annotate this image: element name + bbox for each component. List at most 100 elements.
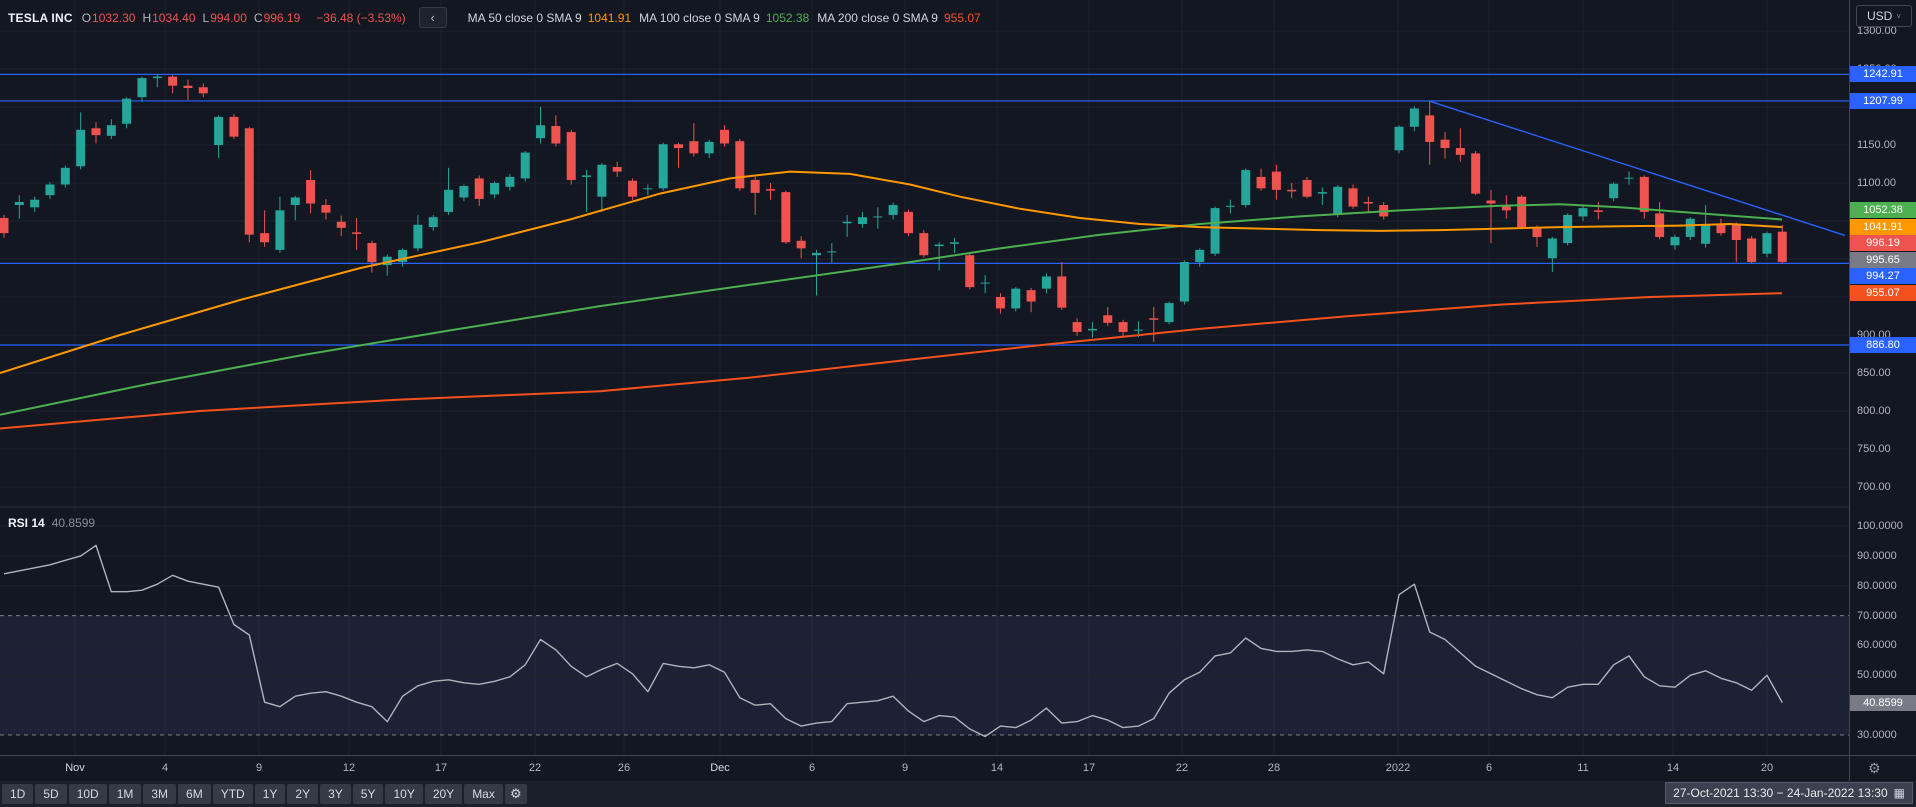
candle-body	[1640, 177, 1649, 212]
candle-body	[705, 142, 714, 153]
candle-body	[1686, 219, 1695, 237]
candle-body	[505, 177, 514, 187]
range-button-6m[interactable]: 6M	[178, 784, 211, 804]
candle-body	[1732, 225, 1741, 240]
candle-body	[766, 189, 775, 191]
range-button-1m[interactable]: 1M	[109, 784, 142, 804]
range-button-ytd[interactable]: YTD	[213, 784, 253, 804]
candle-body	[1165, 303, 1174, 322]
candle-body	[1609, 184, 1618, 198]
candle-body	[1027, 290, 1036, 301]
time-tick: 26	[602, 762, 646, 774]
candle-body	[168, 77, 177, 86]
price-tick: 700.00	[1857, 481, 1891, 493]
candle-body	[536, 125, 545, 138]
candle-body	[858, 217, 867, 224]
candle-body	[260, 233, 269, 242]
chart-settings-gear-icon[interactable]: ⚙	[505, 784, 527, 804]
candle-body	[306, 180, 315, 204]
ma-legend-item[interactable]: MA 200 close 0 SMA 9955.07	[817, 11, 980, 25]
time-tick: 9	[237, 762, 281, 774]
rsi-value-label: 40.8599	[1850, 695, 1916, 711]
symbol-legend: TESLA INC O1032.30H1034.40L994.00C996.19…	[8, 7, 981, 28]
candle-body	[367, 243, 376, 262]
time-tick: 11	[1561, 762, 1605, 774]
candle-body	[1548, 238, 1557, 258]
candle-body	[1578, 208, 1587, 216]
legend-collapse-button[interactable]: ‹	[419, 7, 447, 28]
date-range-box[interactable]: 27-Oct-2021 13:30 − 24-Jan-2022 13:30 ▦	[1665, 782, 1913, 804]
candle-body	[0, 218, 9, 233]
candle-body	[337, 222, 346, 228]
candlestick-chart[interactable]	[0, 0, 1849, 755]
time-tick: 22	[513, 762, 557, 774]
candle-body	[1272, 172, 1281, 190]
time-tick: Dec	[698, 762, 742, 774]
candle-body	[1303, 180, 1312, 197]
rsi-tick: 50.0000	[1857, 669, 1897, 681]
candle-body	[1349, 188, 1358, 206]
candle-body	[521, 153, 530, 179]
candle-body	[659, 144, 668, 188]
candle-body	[720, 130, 729, 144]
currency-dropdown[interactable]: USD ˅	[1856, 5, 1912, 27]
candle-body	[199, 87, 208, 93]
candle-body	[91, 128, 100, 135]
range-button-2y[interactable]: 2Y	[287, 784, 318, 804]
candle-body	[245, 128, 254, 234]
candle-body	[567, 132, 576, 180]
candle-body	[1195, 250, 1204, 262]
candle-body	[904, 212, 913, 233]
candle-body	[15, 202, 24, 205]
range-button-max[interactable]: Max	[464, 784, 503, 804]
price-level-label: 1242.91	[1850, 66, 1916, 82]
candle-body	[812, 253, 821, 255]
range-button-1y[interactable]: 1Y	[255, 784, 286, 804]
axis-settings-gear-icon[interactable]: ⚙	[1868, 760, 1881, 777]
range-button-1d[interactable]: 1D	[2, 784, 33, 804]
range-button-10y[interactable]: 10Y	[385, 784, 422, 804]
candle-body	[1333, 187, 1342, 215]
range-button-3y[interactable]: 3Y	[320, 784, 351, 804]
candle-body	[1211, 208, 1220, 254]
candle-body	[827, 251, 836, 252]
candle-body	[1533, 229, 1542, 237]
candle-body	[1670, 237, 1679, 245]
time-tick: 9	[883, 762, 927, 774]
candle-body	[965, 255, 974, 287]
range-button-10d[interactable]: 10D	[69, 784, 107, 804]
candle-body	[1716, 225, 1725, 233]
range-button-3m[interactable]: 3M	[143, 784, 176, 804]
price-level-label: 995.65	[1850, 252, 1916, 268]
price-tick: 750.00	[1857, 443, 1891, 455]
rsi-tick: 60.0000	[1857, 639, 1897, 651]
price-axis[interactable]: USD ˅ 1300.001250.001150.001100.00900.00…	[1849, 0, 1916, 755]
rsi-current-value: 40.8599	[52, 516, 95, 530]
candle-body	[1042, 276, 1051, 288]
rsi-title: RSI 14	[8, 516, 45, 530]
candle-body	[183, 86, 192, 88]
candle-body	[1778, 232, 1787, 262]
range-button-20y[interactable]: 20Y	[425, 784, 462, 804]
candle-body	[873, 216, 882, 217]
chart-area[interactable]: TESLA INC O1032.30H1034.40L994.00C996.19…	[0, 0, 1849, 755]
ma-legend-item[interactable]: MA 100 close 0 SMA 91052.38	[639, 11, 809, 25]
time-tick: 6	[790, 762, 834, 774]
price-tick: 1100.00	[1857, 177, 1896, 189]
candle-body	[61, 168, 70, 185]
range-button-5y[interactable]: 5Y	[353, 784, 384, 804]
candle-body	[981, 283, 990, 284]
candle-body	[291, 197, 300, 205]
candle-body	[950, 242, 959, 244]
time-tick: 20	[1745, 762, 1789, 774]
candle-body	[1287, 190, 1296, 192]
rsi-tick: 70.0000	[1857, 610, 1897, 622]
ma-legend-item[interactable]: MA 50 close 0 SMA 91041.91	[468, 11, 631, 25]
range-button-5d[interactable]: 5D	[35, 784, 66, 804]
candle-body	[843, 222, 852, 224]
time-tick: 17	[419, 762, 463, 774]
candle-body	[919, 233, 928, 255]
price-tick: 1150.00	[1857, 139, 1896, 151]
price-level-label: 1041.91	[1850, 219, 1916, 235]
time-axis[interactable]: Nov4912172226Dec691417222820226111420	[0, 755, 1849, 782]
